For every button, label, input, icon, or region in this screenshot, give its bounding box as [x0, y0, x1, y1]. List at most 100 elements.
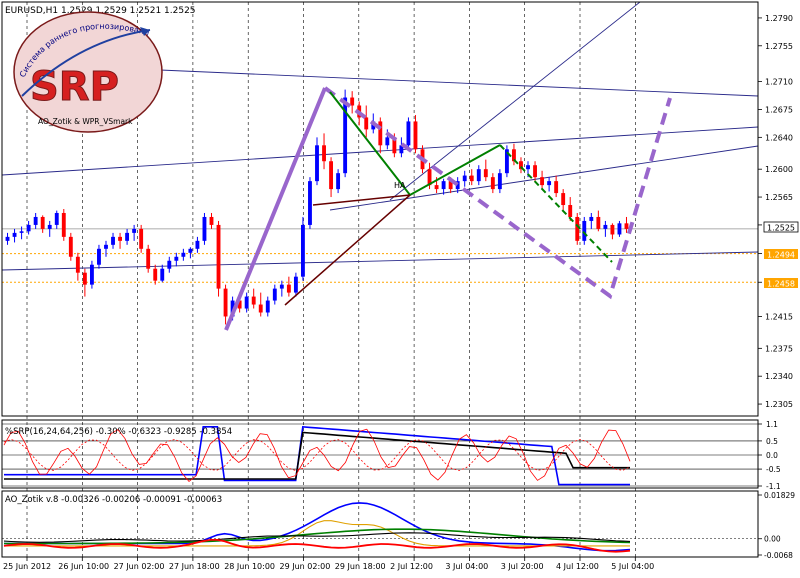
time-label: 27 Jun 18:00 — [169, 562, 220, 571]
candle-body — [279, 284, 284, 289]
price-tick-label: 1.2415 — [765, 312, 793, 321]
candle-body — [61, 212, 66, 237]
candle-body — [209, 216, 214, 225]
candle-body — [251, 296, 256, 305]
candle-body — [125, 232, 130, 241]
price-tick-label: 1.2710 — [765, 78, 793, 87]
candle-body — [490, 177, 495, 190]
ha-annotation: HA — [394, 181, 406, 190]
candle-body — [223, 288, 228, 317]
candle-body — [118, 236, 122, 241]
candle-body — [561, 193, 566, 206]
candle-body — [272, 288, 277, 301]
candle-body — [441, 181, 446, 190]
candle-body — [364, 117, 369, 130]
srp-tick-label: 0.0 — [766, 451, 778, 460]
candle-body — [336, 173, 341, 190]
logo-letters: SRP — [30, 64, 119, 110]
candle-body — [540, 177, 545, 186]
candle-body — [47, 224, 52, 229]
price-tick-label: 1.2675 — [765, 105, 793, 114]
time-label: 29 Jun 02:00 — [280, 562, 331, 571]
candle-body — [322, 145, 326, 162]
price-tick-label: 1.2305 — [765, 400, 793, 409]
price-tick-label: 1.2375 — [765, 344, 793, 353]
candle-body — [258, 304, 263, 313]
svg-text:1.2525: 1.2525 — [767, 224, 795, 233]
badge-level-b: 1.2458 — [764, 278, 798, 289]
candle-body — [603, 224, 608, 229]
candle-body — [589, 216, 594, 221]
candle-body — [547, 181, 552, 186]
candle-body — [111, 236, 115, 245]
ao-zotik-label: AO_Zotik v.8 -0.00326 -0.00206 -0.00091 … — [5, 495, 222, 505]
candle-body — [434, 185, 439, 190]
candle-body — [329, 161, 334, 190]
srp-tick-label: -1.1 — [766, 482, 781, 491]
candle-body — [497, 173, 502, 190]
price-tick-label: 1.2565 — [765, 193, 793, 202]
candle-body — [40, 216, 45, 229]
price-tick-label: 1.2755 — [765, 42, 793, 51]
candle-body — [413, 121, 418, 150]
candle-body — [160, 268, 165, 281]
svg-text:1.2494: 1.2494 — [767, 251, 795, 260]
chart-svg: 25 Jun 2012 26 Jun 10:00 27 Jun 02:00 27 Ju… — [0, 0, 800, 574]
candle-body — [188, 248, 193, 253]
candle-body — [97, 248, 101, 265]
candle-body — [89, 264, 94, 285]
candle-body — [385, 137, 390, 146]
candle-body — [139, 228, 144, 249]
ao-tick-label: -0.0068 — [764, 551, 793, 560]
candle-body — [533, 165, 537, 178]
candle-body — [265, 300, 270, 313]
price-tick-label: 1.2640 — [765, 133, 793, 142]
candle-body — [104, 244, 108, 249]
candle-body — [181, 252, 186, 257]
candle-body — [610, 224, 615, 235]
time-label: 27 Jun 02:00 — [114, 562, 165, 571]
badge-level-a: 1.2494 — [764, 249, 798, 260]
time-label: 2 Jul 12:00 — [390, 562, 433, 571]
candle-body — [68, 236, 73, 257]
ao-tick-label: 0.01829 — [764, 491, 795, 500]
candle-body — [75, 256, 80, 273]
time-label: 26 Jun 10:00 — [58, 562, 109, 571]
price-tick-label: 1.2600 — [765, 165, 793, 174]
candle-body — [244, 296, 249, 309]
candle-body — [308, 181, 312, 225]
candle-body — [5, 236, 10, 241]
srp-tick-label: 1.1 — [766, 420, 778, 429]
srp-indicator-label: %SRP(16,24,64,256) -0.30% -0.6323 -0.928… — [5, 427, 232, 437]
candle-body — [624, 223, 629, 229]
ao-tick-label: 0.00 — [764, 535, 781, 544]
candle-body — [146, 248, 151, 269]
candle-body — [476, 169, 481, 182]
svg-text:1.2458: 1.2458 — [767, 280, 795, 289]
candle-body — [469, 175, 474, 182]
candle-body — [54, 212, 59, 225]
logo-bottom-text: AO_Zotik & WPR_VSmark — [38, 117, 133, 126]
candle-body — [300, 224, 305, 277]
candle-body — [406, 121, 411, 146]
candle-body — [293, 276, 298, 293]
candle-body — [286, 284, 291, 293]
candle-body — [554, 181, 559, 194]
time-label: 29 Jun 18:00 — [335, 562, 386, 571]
candle-body — [132, 228, 137, 233]
time-label: 5 Jul 04:00 — [611, 562, 654, 571]
chart-window: 25 Jun 2012 26 Jun 10:00 27 Jun 02:00 27 Ju… — [0, 0, 800, 574]
candle-body — [153, 268, 158, 281]
time-label: 28 Jun 10:00 — [224, 562, 275, 571]
candle-body — [617, 223, 622, 235]
badge-current: 1.2525 — [763, 221, 799, 233]
candle-body — [526, 165, 530, 170]
candle-body — [12, 232, 17, 237]
candle-body — [174, 256, 179, 261]
price-tick-label: 1.2790 — [765, 14, 793, 23]
time-label: 25 Jun 2012 — [3, 562, 51, 571]
candle-body — [315, 145, 319, 182]
candle-body — [462, 175, 467, 182]
candle-body — [202, 216, 207, 241]
candle-body — [575, 216, 580, 241]
